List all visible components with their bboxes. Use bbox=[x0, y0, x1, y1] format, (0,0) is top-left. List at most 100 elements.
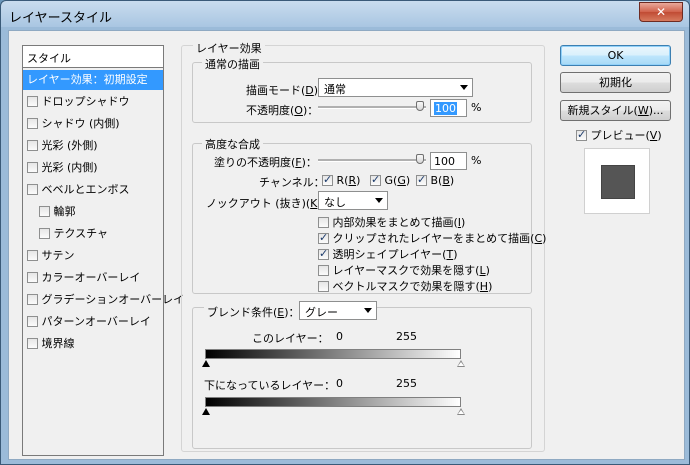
opacity-slider-track[interactable] bbox=[318, 106, 426, 109]
checkbox-icon[interactable] bbox=[27, 139, 38, 151]
style-item-label: グラデーションオーバーレイ bbox=[41, 293, 185, 306]
style-list-item[interactable]: サテン bbox=[27, 246, 75, 266]
fill-opacity-slider-track[interactable] bbox=[318, 159, 426, 162]
opacity-input[interactable]: 100 bbox=[430, 99, 467, 117]
opacity-unit: % bbox=[471, 101, 482, 114]
checkbox-icon[interactable] bbox=[27, 293, 38, 305]
checkbox-icon bbox=[318, 216, 329, 228]
fill-opacity-label: 塗りの不透明度(F)： bbox=[214, 156, 317, 169]
checkbox-icon bbox=[370, 173, 381, 186]
style-item-label: 光彩 (外側) bbox=[41, 139, 98, 152]
channel-checkbox-r[interactable]: R(R) bbox=[322, 173, 360, 187]
checkbox-icon bbox=[318, 280, 329, 292]
underlying-layer-high: 255 bbox=[396, 377, 417, 390]
underlying-layer-gradient bbox=[205, 397, 461, 407]
checkbox-icon[interactable] bbox=[27, 315, 38, 327]
style-item-label: カラーオーバーレイ bbox=[41, 271, 141, 284]
chevron-down-icon bbox=[460, 85, 468, 90]
this-layer-low: 0 bbox=[336, 330, 343, 343]
dialog-body: スタイル レイヤー効果：初期設定 ドロップシャドウ シャドウ (内側) 光彩 (… bbox=[8, 30, 685, 460]
style-item-label: レイヤー効果：初期設定 bbox=[27, 73, 148, 86]
checkbox-icon bbox=[322, 173, 333, 186]
style-list-item[interactable]: グラデーションオーバーレイ bbox=[27, 290, 184, 310]
style-list-item[interactable]: 光彩 (外側) bbox=[27, 136, 98, 156]
opacity-label: 不透明度(O)： bbox=[246, 104, 319, 117]
style-item-label: サテン bbox=[41, 249, 75, 262]
layer-style-dialog: レイヤースタイル ✕ スタイル レイヤー効果：初期設定 ドロップシャドウ シャド… bbox=[0, 0, 690, 465]
this-layer-black-slider[interactable] bbox=[202, 360, 210, 367]
advanced-option-checkbox[interactable]: レイヤーマスクで効果を隠す(L) bbox=[318, 262, 490, 278]
styles-list: スタイル レイヤー効果：初期設定 ドロップシャドウ シャドウ (内側) 光彩 (… bbox=[22, 45, 184, 456]
checkbox-icon bbox=[576, 128, 587, 141]
styles-list-header: スタイル bbox=[23, 46, 163, 68]
preview-swatch bbox=[584, 148, 650, 214]
checkbox-icon bbox=[318, 264, 329, 276]
style-list-item[interactable]: パターンオーバーレイ bbox=[27, 312, 151, 332]
style-item-label: ドロップシャドウ bbox=[41, 95, 130, 108]
blend-if-select[interactable]: グレー bbox=[299, 301, 377, 320]
style-list-item[interactable]: 境界線 bbox=[27, 334, 75, 354]
checkbox-icon[interactable] bbox=[27, 271, 38, 283]
preview-checkbox[interactable]: プレビュー(V) bbox=[576, 127, 662, 143]
chevron-down-icon bbox=[375, 198, 383, 203]
blend-mode-select[interactable]: 通常 bbox=[318, 78, 473, 97]
title-bar[interactable]: レイヤースタイル ✕ bbox=[1, 1, 689, 29]
preview-square bbox=[601, 165, 635, 199]
this-layer-gradient bbox=[205, 349, 461, 359]
this-layer-white-slider[interactable] bbox=[457, 360, 465, 367]
this-layer-high: 255 bbox=[396, 330, 417, 343]
close-icon[interactable]: ✕ bbox=[639, 2, 683, 22]
reset-button[interactable]: 初期化 bbox=[560, 72, 671, 93]
style-list-item[interactable]: シャドウ (内側) bbox=[27, 114, 120, 134]
checkbox-icon[interactable] bbox=[27, 337, 38, 349]
style-item-label: 光彩 (内側) bbox=[41, 161, 98, 174]
style-item-label: パターンオーバーレイ bbox=[41, 315, 151, 328]
checkbox-icon bbox=[318, 247, 329, 260]
layer-effects-legend: レイヤー効果 bbox=[193, 40, 265, 56]
underlying-layer-label: 下になっているレイヤー： bbox=[204, 379, 336, 392]
checkbox-icon[interactable] bbox=[27, 117, 38, 129]
channel-checkbox-g[interactable]: G(G) bbox=[370, 173, 410, 187]
checkbox-icon[interactable] bbox=[39, 205, 50, 217]
checkbox-icon[interactable] bbox=[27, 183, 38, 195]
chevron-down-icon bbox=[364, 308, 372, 313]
style-list-item[interactable]: 輪郭 bbox=[39, 202, 76, 222]
checkbox-icon bbox=[416, 173, 427, 186]
advanced-option-checkbox[interactable]: ベクトルマスクで効果を隠す(H) bbox=[318, 278, 492, 294]
style-item-label: ベベルとエンボス bbox=[41, 183, 130, 196]
checkbox-icon bbox=[318, 231, 329, 244]
style-list-item[interactable]: ベベルとエンボス bbox=[27, 180, 130, 200]
underlying-layer-low: 0 bbox=[336, 377, 343, 390]
ok-button[interactable]: OK bbox=[560, 45, 671, 66]
checkbox-icon[interactable] bbox=[27, 249, 38, 261]
style-list-item[interactable]: ドロップシャドウ bbox=[27, 92, 130, 112]
knockout-value: なし bbox=[324, 196, 346, 209]
style-list-item[interactable]: カラーオーバーレイ bbox=[27, 268, 140, 288]
checkbox-icon[interactable] bbox=[27, 161, 38, 173]
style-list-item[interactable]: テクスチャ bbox=[39, 224, 108, 244]
advanced-option-checkbox[interactable]: クリップされたレイヤーをまとめて描画(C) bbox=[318, 230, 546, 246]
normal-blending-legend: 通常の描画 bbox=[202, 56, 263, 72]
blend-mode-label: 描画モード(D)： bbox=[246, 84, 329, 97]
blend-mode-value: 通常 bbox=[324, 83, 346, 96]
checkbox-icon[interactable] bbox=[39, 227, 50, 239]
new-style-button[interactable]: 新規スタイル(W)... bbox=[560, 100, 671, 121]
underlying-black-slider[interactable] bbox=[202, 408, 210, 415]
window-title: レイヤースタイル bbox=[9, 11, 112, 26]
fill-opacity-input[interactable]: 100 bbox=[430, 152, 467, 170]
style-item-label: 境界線 bbox=[41, 337, 75, 350]
opacity-slider-thumb[interactable] bbox=[416, 101, 424, 111]
knockout-select[interactable]: なし bbox=[318, 191, 388, 210]
channel-checkbox-b[interactable]: B(B) bbox=[416, 173, 454, 187]
style-item-label: 輪郭 bbox=[53, 205, 76, 218]
style-list-item[interactable]: 光彩 (内側) bbox=[27, 158, 98, 178]
style-list-item[interactable]: レイヤー効果：初期設定 bbox=[23, 70, 163, 90]
advanced-option-checkbox[interactable]: 透明シェイプレイヤー(T) bbox=[318, 246, 458, 262]
checkbox-icon[interactable] bbox=[27, 95, 38, 107]
fill-opacity-slider-thumb[interactable] bbox=[416, 154, 424, 164]
fill-opacity-unit: % bbox=[471, 154, 482, 167]
channels-label: チャンネル： bbox=[259, 176, 325, 189]
advanced-option-checkbox[interactable]: 内部効果をまとめて描画(I) bbox=[318, 214, 465, 230]
underlying-white-slider[interactable] bbox=[457, 408, 465, 415]
this-layer-label: このレイヤー： bbox=[252, 332, 329, 345]
